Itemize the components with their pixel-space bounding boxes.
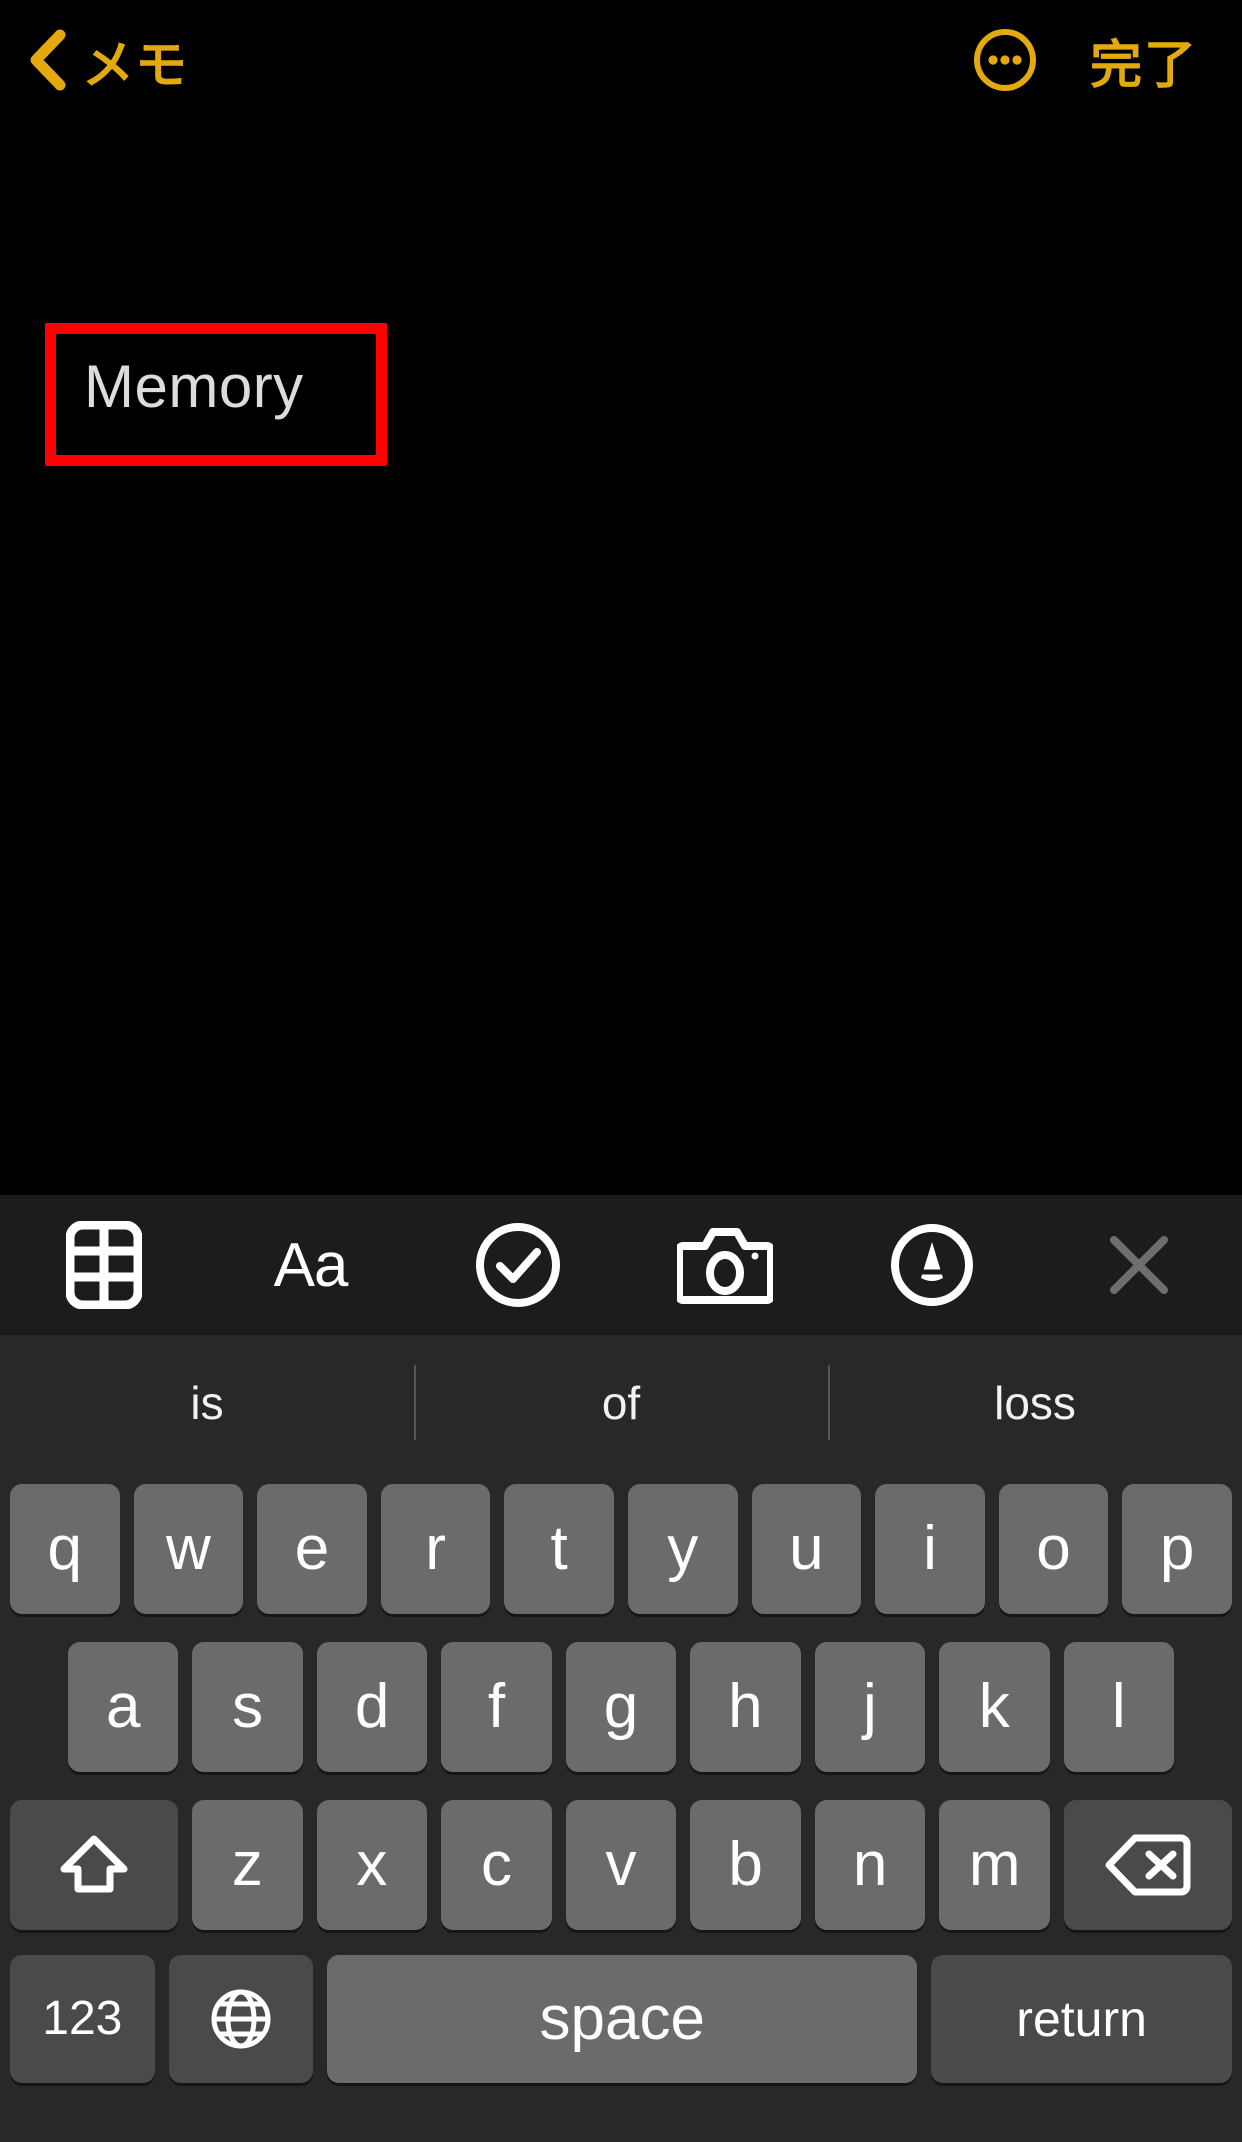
key-label: a — [105, 1672, 141, 1741]
markup-pen-icon — [887, 1220, 977, 1310]
close-icon — [1104, 1230, 1174, 1300]
key-c[interactable]: c — [441, 1800, 552, 1930]
key-n[interactable]: n — [814, 1800, 926, 1930]
suggestion-label: loss — [994, 1376, 1076, 1429]
key-label: m — [968, 1830, 1021, 1899]
key-label: v — [605, 1830, 637, 1899]
key-label: x — [356, 1830, 388, 1899]
key-label: p — [1159, 1514, 1195, 1583]
predictive-text-bar: is of loss — [0, 1335, 1242, 1470]
key-i[interactable]: i — [875, 1484, 985, 1614]
onscreen-keyboard: q w e r t y u i o p a s d f g h j k l z … — [0, 1470, 1242, 2142]
keyboard-row-1: q w e r t y u i o p — [0, 1470, 1242, 1628]
key-u[interactable]: u — [751, 1484, 862, 1614]
key-label: e — [294, 1514, 330, 1583]
key-m[interactable]: m — [939, 1800, 1050, 1930]
table-button[interactable] — [0, 1195, 207, 1335]
return-key[interactable]: return — [931, 1955, 1232, 2083]
close-keyboard-button[interactable] — [1035, 1195, 1242, 1335]
done-button[interactable]: 完了 — [1090, 23, 1198, 98]
key-q[interactable]: q — [10, 1484, 120, 1614]
chevron-left-icon — [28, 29, 68, 91]
key-e[interactable]: e — [257, 1484, 367, 1614]
key-label: g — [603, 1672, 639, 1741]
text-format-button[interactable]: Aa — [207, 1195, 414, 1335]
back-button[interactable]: メモ — [28, 23, 188, 98]
key-x[interactable]: x — [316, 1800, 428, 1930]
more-circle-icon[interactable] — [972, 27, 1038, 93]
delete-key[interactable] — [1063, 1800, 1233, 1930]
keyboard-row-2: a s d f g h j k l — [0, 1628, 1242, 1786]
key-d[interactable]: d — [316, 1642, 428, 1772]
checklist-button[interactable] — [414, 1195, 621, 1335]
key-b[interactable]: b — [690, 1800, 801, 1930]
key-f[interactable]: f — [441, 1642, 552, 1772]
key-g[interactable]: g — [565, 1642, 677, 1772]
key-a[interactable]: a — [68, 1642, 179, 1772]
key-label: t — [550, 1514, 568, 1583]
key-label: h — [728, 1672, 763, 1741]
key-t[interactable]: t — [504, 1484, 614, 1614]
navbar-actions: 完了 — [972, 23, 1198, 98]
format-aa-icon: Aa — [273, 1230, 349, 1300]
key-label: y — [667, 1514, 699, 1583]
key-label: l — [1111, 1672, 1126, 1741]
key-label: q — [47, 1514, 83, 1583]
suggestion-item[interactable]: is — [0, 1335, 414, 1470]
key-v[interactable]: v — [565, 1800, 677, 1930]
key-label: 123 — [42, 1992, 123, 2045]
markup-button[interactable] — [828, 1195, 1035, 1335]
keyboard-row-4: 123 space return — [0, 1944, 1242, 2094]
notes-editor-screen: メモ 完了 Memory Aa is of loss q w e r t y u… — [0, 0, 1242, 2142]
navigation-bar: メモ 完了 — [0, 0, 1242, 120]
key-y[interactable]: y — [627, 1484, 738, 1614]
key-label: d — [354, 1672, 390, 1741]
key-w[interactable]: w — [133, 1484, 244, 1614]
globe-icon — [209, 1987, 273, 2051]
key-s[interactable]: s — [192, 1642, 303, 1772]
key-label: s — [232, 1672, 264, 1741]
key-label: c — [480, 1830, 512, 1899]
key-label: n — [852, 1830, 888, 1899]
shift-key[interactable] — [10, 1800, 179, 1930]
numbers-key[interactable]: 123 — [10, 1955, 155, 2083]
key-label: u — [789, 1514, 824, 1583]
key-label: z — [231, 1830, 263, 1899]
key-label: w — [166, 1514, 211, 1583]
delete-backspace-icon — [1105, 1834, 1191, 1896]
camera-icon — [676, 1224, 773, 1306]
shift-arrow-icon — [58, 1829, 130, 1901]
key-k[interactable]: k — [939, 1642, 1050, 1772]
table-icon — [65, 1221, 142, 1309]
note-body[interactable]: Memory — [0, 120, 1242, 1195]
key-label: i — [923, 1514, 937, 1583]
key-label: k — [978, 1672, 1010, 1741]
suggestion-item[interactable]: loss — [828, 1335, 1242, 1470]
key-label: space — [539, 1984, 705, 2053]
format-toolbar: Aa — [0, 1195, 1242, 1335]
suggestion-label: of — [601, 1376, 641, 1429]
key-l[interactable]: l — [1063, 1642, 1174, 1772]
key-r[interactable]: r — [380, 1484, 491, 1614]
camera-button[interactable] — [621, 1195, 828, 1335]
key-label: r — [425, 1514, 446, 1583]
back-button-label: メモ — [82, 36, 189, 95]
suggestion-label: is — [190, 1376, 224, 1429]
space-key[interactable]: space — [327, 1955, 918, 2083]
key-label: o — [1036, 1514, 1071, 1583]
suggestion-item[interactable]: of — [414, 1335, 828, 1470]
key-label: j — [862, 1672, 877, 1741]
key-j[interactable]: j — [814, 1642, 926, 1772]
key-label: return — [1016, 1991, 1147, 2047]
key-label: b — [728, 1830, 763, 1899]
keyboard-row-3: z x c v b n m — [0, 1786, 1242, 1944]
key-h[interactable]: h — [690, 1642, 801, 1772]
key-o[interactable]: o — [998, 1484, 1109, 1614]
globe-key[interactable] — [168, 1955, 314, 2083]
checklist-icon — [474, 1221, 562, 1309]
note-title-text[interactable]: Memory — [84, 352, 304, 421]
key-p[interactable]: p — [1122, 1484, 1232, 1614]
key-z[interactable]: z — [192, 1800, 303, 1930]
key-label: f — [487, 1672, 506, 1741]
